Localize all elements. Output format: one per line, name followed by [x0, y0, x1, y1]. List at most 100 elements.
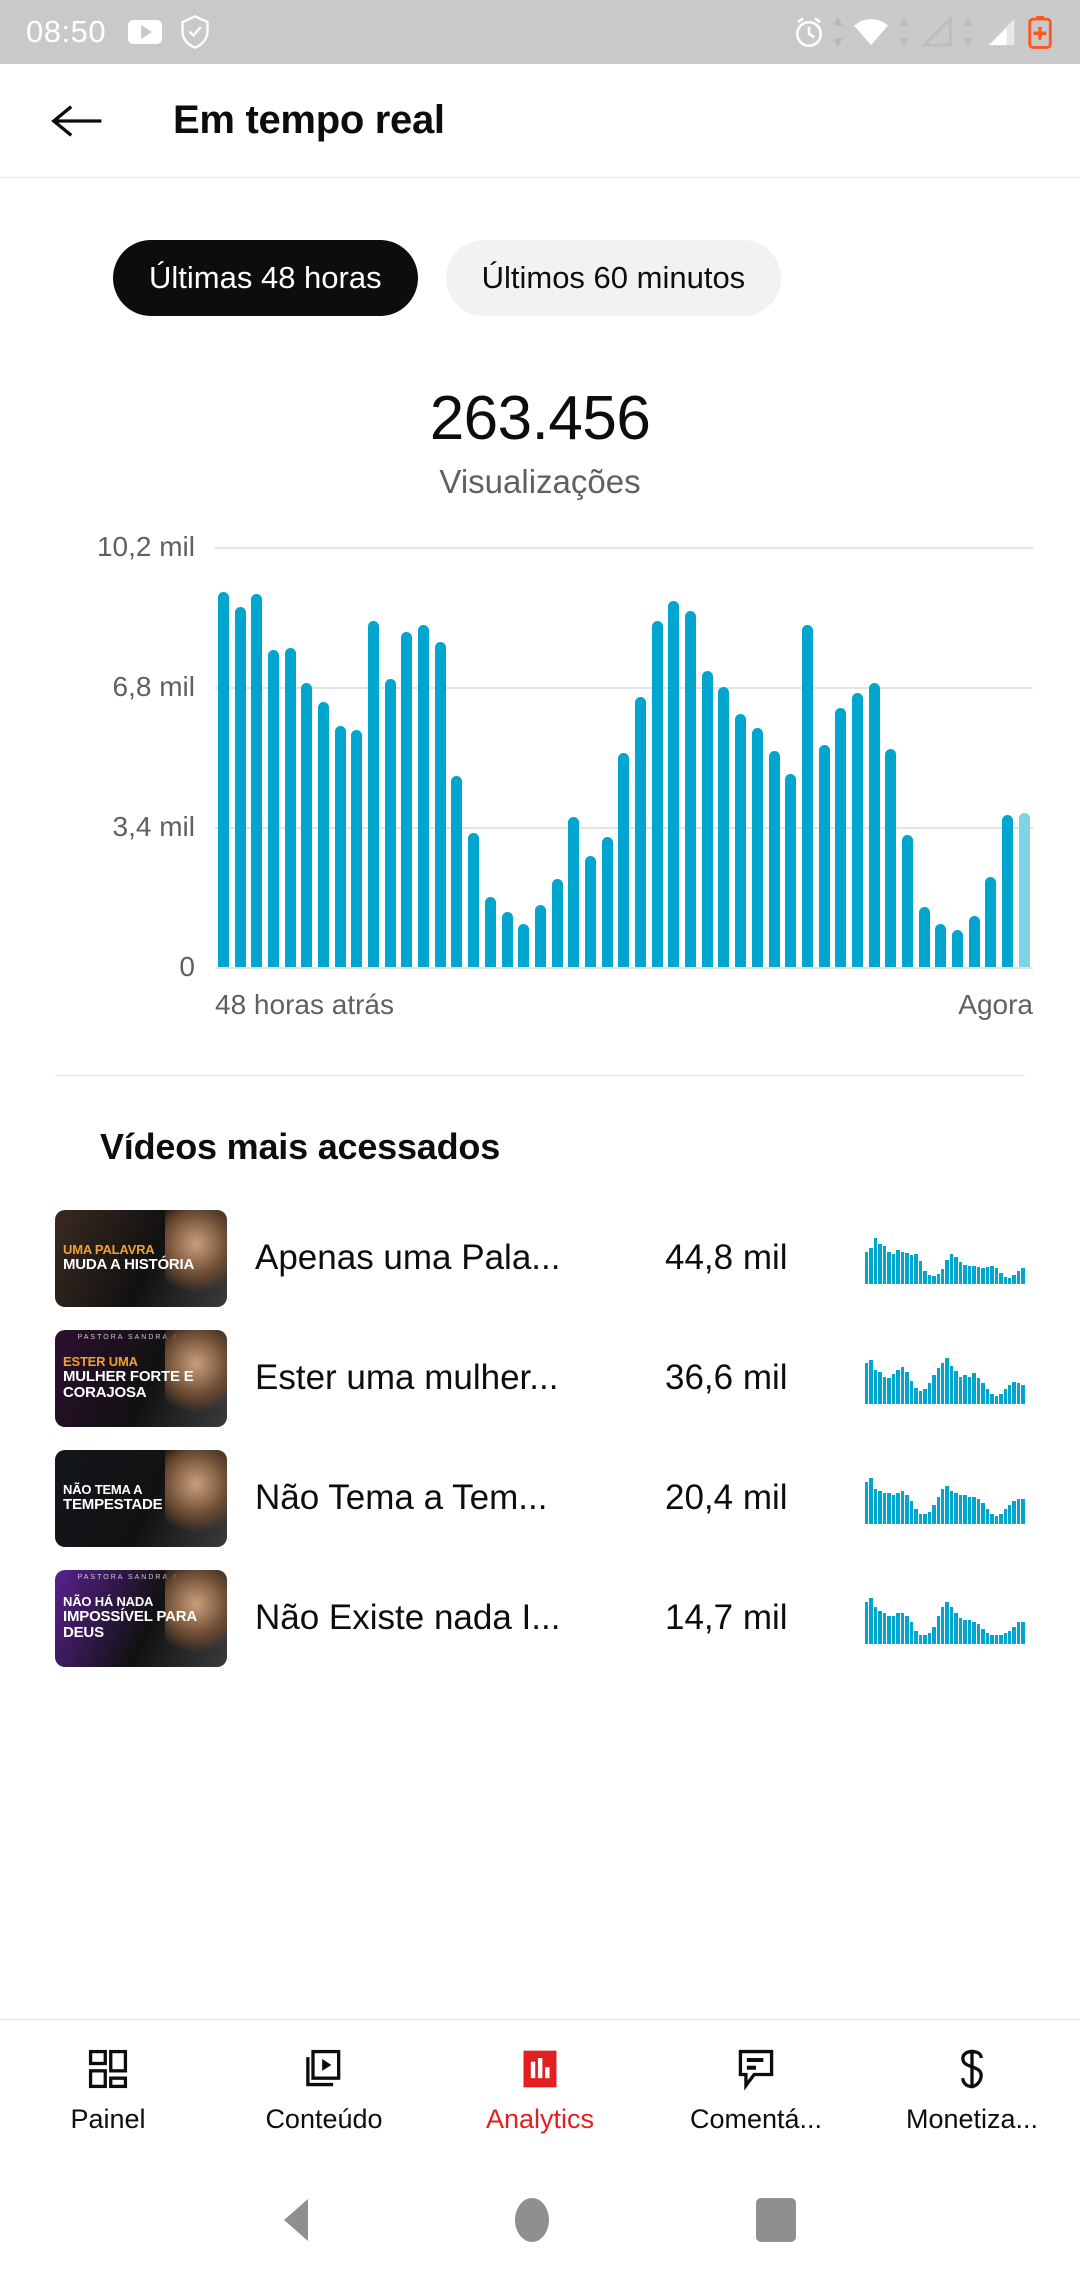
chart-bar[interactable]	[284, 647, 296, 968]
chart-bar[interactable]	[551, 878, 563, 968]
chart-bar-slot[interactable]	[732, 547, 749, 968]
chart-bar[interactable]	[902, 835, 914, 968]
video-thumbnail[interactable]: PASTORA SANDRA ALVES ESTER UMA MULHER FORT…	[55, 1329, 227, 1427]
chip-last-60-minutes[interactable]: Últimos 60 minutos	[445, 240, 782, 316]
chart-bar-slot[interactable]	[499, 547, 516, 968]
chart-bar[interactable]	[718, 687, 730, 968]
chart-bar[interactable]	[751, 728, 763, 968]
chart-bar[interactable]	[484, 897, 496, 968]
chart-bar[interactable]	[968, 915, 980, 968]
chart-bar-slot[interactable]	[248, 547, 265, 968]
chart-bar[interactable]	[418, 625, 430, 968]
chart-bar[interactable]	[601, 837, 613, 968]
chart-bar-slot[interactable]	[599, 547, 616, 968]
chart-bar[interactable]	[885, 748, 897, 968]
chart-bar-slot[interactable]	[432, 547, 449, 968]
chart-bar[interactable]	[451, 775, 463, 968]
back-button[interactable]	[44, 89, 108, 153]
chart-bar-slot[interactable]	[966, 547, 983, 968]
chart-bar-slot[interactable]	[382, 547, 399, 968]
chart-bar[interactable]	[368, 621, 380, 968]
chart-bar-slot[interactable]	[449, 547, 466, 968]
chart-bar-slot[interactable]	[1016, 547, 1033, 968]
chart-bar-slot[interactable]	[232, 547, 249, 968]
nav-item-contedo[interactable]: Conteúdo	[216, 2046, 432, 2135]
chart-bar-slot[interactable]	[682, 547, 699, 968]
chart-bar[interactable]	[234, 606, 246, 968]
realtime-views-chart[interactable]: 10,2 mil 6,8 mil 3,4 mil 0	[0, 531, 1080, 982]
chart-bar[interactable]	[635, 697, 647, 968]
chart-bar-slot[interactable]	[899, 547, 916, 968]
chart-bar-slot[interactable]	[349, 547, 366, 968]
nav-item-painel[interactable]: Painel	[0, 2046, 216, 2135]
chart-bar[interactable]	[501, 911, 513, 968]
chart-bar-slot[interactable]	[616, 547, 633, 968]
bottom-navigation[interactable]: Painel Conteúdo Analytics Comentá... Monetiz…	[0, 2019, 1080, 2160]
chart-bar[interactable]	[518, 923, 530, 968]
chart-bar-slot[interactable]	[699, 547, 716, 968]
chart-bar-slot[interactable]	[315, 547, 332, 968]
nav-item-monetiza[interactable]: Monetiza...	[864, 2046, 1080, 2135]
chart-bar-slot[interactable]	[916, 547, 933, 968]
nav-item-analytics[interactable]: Analytics	[432, 2046, 648, 2135]
chart-bar[interactable]	[851, 693, 863, 968]
chart-bar[interactable]	[835, 707, 847, 968]
chart-bar[interactable]	[768, 750, 780, 968]
chart-bar-slot[interactable]	[265, 547, 282, 968]
chart-bar-slot[interactable]	[949, 547, 966, 968]
chart-bar-slot[interactable]	[332, 547, 349, 968]
chart-bar[interactable]	[818, 744, 830, 968]
chart-bar-slot[interactable]	[999, 547, 1016, 968]
chart-bar[interactable]	[785, 773, 797, 968]
chart-bar-slot[interactable]	[849, 547, 866, 968]
chart-bar-slot[interactable]	[782, 547, 799, 968]
chart-bar[interactable]	[568, 816, 580, 968]
chart-bar[interactable]	[701, 670, 713, 968]
chart-bar[interactable]	[801, 625, 813, 968]
android-navigation-bar[interactable]	[0, 2160, 1080, 2280]
chart-bar[interactable]	[301, 682, 313, 968]
chart-bar[interactable]	[985, 876, 997, 968]
chart-bar-slot[interactable]	[983, 547, 1000, 968]
chart-bar[interactable]	[317, 701, 329, 968]
chart-bar[interactable]	[434, 641, 446, 968]
chart-bar[interactable]	[685, 610, 697, 968]
chart-bar[interactable]	[401, 631, 413, 968]
chart-bar[interactable]	[668, 600, 680, 968]
video-row[interactable]: PASTORA SANDRA ALVES ESTER UMA MULHER FORT…	[0, 1318, 1080, 1438]
chart-bar-slot[interactable]	[582, 547, 599, 968]
chart-bar[interactable]	[351, 730, 363, 968]
chart-bar-slot[interactable]	[365, 547, 382, 968]
chart-bar[interactable]	[468, 833, 480, 968]
chart-bar-slot[interactable]	[933, 547, 950, 968]
chart-bar-slot[interactable]	[465, 547, 482, 968]
chip-last-48-hours[interactable]: Últimas 48 horas	[113, 240, 418, 316]
android-back-button[interactable]	[283, 2199, 308, 2241]
video-row[interactable]: PASTORA SANDRA ALVES NÃO HÁ NADA IMPOSSÍVE…	[0, 1558, 1080, 1678]
chart-bar-slot[interactable]	[532, 547, 549, 968]
chart-bar-slot[interactable]	[832, 547, 849, 968]
chart-bar-slot[interactable]	[632, 547, 649, 968]
chart-bar-slot[interactable]	[215, 547, 232, 968]
chart-bar[interactable]	[952, 930, 964, 968]
chart-bar[interactable]	[534, 905, 546, 968]
chart-bar[interactable]	[267, 650, 279, 968]
chart-bar-slot[interactable]	[883, 547, 900, 968]
chart-bar[interactable]	[651, 621, 663, 968]
chart-bar-slot[interactable]	[282, 547, 299, 968]
chart-bar-slot[interactable]	[666, 547, 683, 968]
chart-bar[interactable]	[384, 678, 396, 968]
chart-bar-slot[interactable]	[716, 547, 733, 968]
chart-bar-slot[interactable]	[799, 547, 816, 968]
chart-bar-slot[interactable]	[866, 547, 883, 968]
chart-bar[interactable]	[217, 592, 229, 968]
chart-bar-slot[interactable]	[565, 547, 582, 968]
chart-bar[interactable]	[935, 923, 947, 968]
chart-bar-slot[interactable]	[749, 547, 766, 968]
video-thumbnail[interactable]: NÃO TEMA A TEMPESTADE	[55, 1449, 227, 1547]
chart-bar-slot[interactable]	[298, 547, 315, 968]
top-videos-list[interactable]: UMA PALAVRA MUDA A HISTÓRIA Apenas uma Pal…	[0, 1198, 1080, 1678]
chart-bar[interactable]	[1002, 814, 1014, 968]
nav-item-coment[interactable]: Comentá...	[648, 2046, 864, 2135]
video-row[interactable]: UMA PALAVRA MUDA A HISTÓRIA Apenas uma Pal…	[0, 1198, 1080, 1318]
